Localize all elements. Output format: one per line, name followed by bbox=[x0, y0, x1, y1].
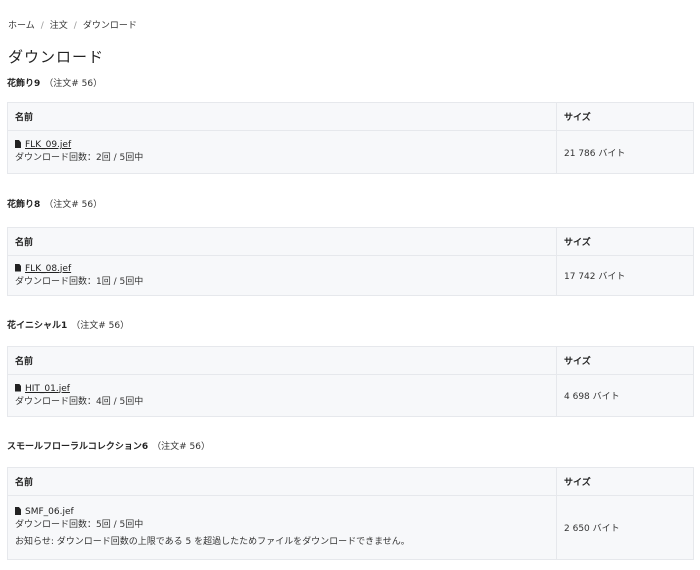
file-cell: FLK_08.jef ダウンロード回数：1回 / 5回中 bbox=[7, 255, 557, 296]
order-number: （注文# 56） bbox=[44, 79, 103, 89]
downloads-table: 名前 サイズ FLK_09.jef ダウンロード回数：2回 / 5回中 21 7… bbox=[7, 102, 694, 174]
order-number: （注文# 56） bbox=[152, 442, 210, 452]
file-size: 4 698 バイト bbox=[556, 374, 694, 417]
section-title: スモールフローラルコレクション6 （注文# 56） bbox=[7, 440, 693, 454]
breadcrumb-separator: / bbox=[73, 21, 77, 31]
section-title: 花飾り8 （注文# 56） bbox=[7, 198, 693, 212]
order-number: （注文# 56） bbox=[71, 321, 130, 331]
file-download-link[interactable]: FLK_08.jef bbox=[25, 264, 71, 274]
file-download-link[interactable]: HIT_01.jef bbox=[25, 384, 70, 394]
breadcrumb-home-link[interactable]: ホーム bbox=[8, 21, 35, 31]
downloads-table: 名前 サイズ HIT_01.jef ダウンロード回数：4回 / 5回中 4 69… bbox=[7, 346, 694, 417]
table-header-row: 名前 サイズ bbox=[7, 467, 694, 496]
file-icon bbox=[15, 140, 21, 148]
download-section: 花飾り9 （注文# 56） 名前 サイズ FLK_09.jef ダウンロード回数：… bbox=[7, 77, 694, 174]
order-number: （注文# 56） bbox=[44, 200, 103, 210]
file-icon bbox=[15, 507, 21, 515]
download-count: ダウンロード回数：5回 / 5回中 bbox=[15, 520, 144, 530]
downloads-table: 名前 サイズ SMF_06.jef ダウンロード回数：5回 / 5回中 お知らせ… bbox=[7, 467, 694, 560]
download-count: ダウンロード回数：4回 / 5回中 bbox=[15, 396, 144, 407]
download-section: スモールフローラルコレクション6 （注文# 56） 名前 サイズ SMF_06.j… bbox=[7, 440, 694, 560]
name-column-header: 名前 bbox=[7, 467, 557, 496]
download-limit-notice: お知らせ: ダウンロード回数の上限である 5 を超過したためファイルをダウンロー… bbox=[15, 537, 410, 547]
section-title: 花飾り9 （注文# 56） bbox=[7, 77, 693, 91]
product-name: 花イニシャル1 bbox=[7, 321, 68, 331]
file-cell: HIT_01.jef ダウンロード回数：4回 / 5回中 bbox=[7, 374, 557, 417]
name-column-header: 名前 bbox=[7, 227, 557, 256]
download-section: 花飾り8 （注文# 56） 名前 サイズ FLK_08.jef ダウンロード回数：… bbox=[7, 198, 694, 296]
table-row: FLK_08.jef ダウンロード回数：1回 / 5回中 17 742 バイト bbox=[7, 255, 694, 296]
table-row: FLK_09.jef ダウンロード回数：2回 / 5回中 21 786 バイト bbox=[7, 130, 694, 174]
breadcrumb-orders-link[interactable]: 注文 bbox=[50, 21, 68, 31]
file-size: 2 650 バイト bbox=[556, 495, 694, 560]
product-name: スモールフローラルコレクション6 bbox=[7, 442, 149, 452]
file-size: 21 786 バイト bbox=[556, 130, 694, 174]
page-title: ダウンロード bbox=[8, 48, 105, 66]
name-column-header: 名前 bbox=[7, 346, 557, 375]
table-row: SMF_06.jef ダウンロード回数：5回 / 5回中 お知らせ: ダウンロー… bbox=[7, 495, 694, 560]
download-count: ダウンロード回数：1回 / 5回中 bbox=[15, 276, 144, 287]
file-cell: FLK_09.jef ダウンロード回数：2回 / 5回中 bbox=[7, 130, 557, 174]
size-column-header: サイズ bbox=[556, 102, 694, 131]
size-column-header: サイズ bbox=[556, 346, 694, 375]
size-column-header: サイズ bbox=[556, 227, 694, 256]
section-title: 花イニシャル1 （注文# 56） bbox=[7, 319, 693, 333]
file-download-link[interactable]: FLK_09.jef bbox=[25, 140, 71, 150]
breadcrumb-separator: / bbox=[40, 21, 44, 31]
downloads-table: 名前 サイズ FLK_08.jef ダウンロード回数：1回 / 5回中 17 7… bbox=[7, 227, 694, 296]
download-section: 花イニシャル1 （注文# 56） 名前 サイズ HIT_01.jef ダウンロード… bbox=[7, 319, 694, 417]
file-cell: SMF_06.jef ダウンロード回数：5回 / 5回中 お知らせ: ダウンロー… bbox=[7, 495, 557, 560]
table-header-row: 名前 サイズ bbox=[7, 227, 694, 256]
product-name: 花飾り9 bbox=[7, 79, 41, 89]
product-name: 花飾り8 bbox=[7, 200, 41, 210]
table-header-row: 名前 サイズ bbox=[7, 102, 694, 131]
download-count: ダウンロード回数：2回 / 5回中 bbox=[15, 153, 144, 163]
name-column-header: 名前 bbox=[7, 102, 557, 131]
breadcrumb: ホーム / 注文 / ダウンロード bbox=[8, 18, 137, 31]
size-column-header: サイズ bbox=[556, 467, 694, 496]
table-header-row: 名前 サイズ bbox=[7, 346, 694, 375]
file-icon bbox=[15, 383, 21, 392]
file-size: 17 742 バイト bbox=[556, 255, 694, 296]
breadcrumb-current: ダウンロード bbox=[82, 21, 137, 31]
file-name: SMF_06.jef bbox=[25, 507, 74, 517]
table-row: HIT_01.jef ダウンロード回数：4回 / 5回中 4 698 バイト bbox=[7, 374, 694, 417]
file-icon bbox=[15, 263, 21, 272]
